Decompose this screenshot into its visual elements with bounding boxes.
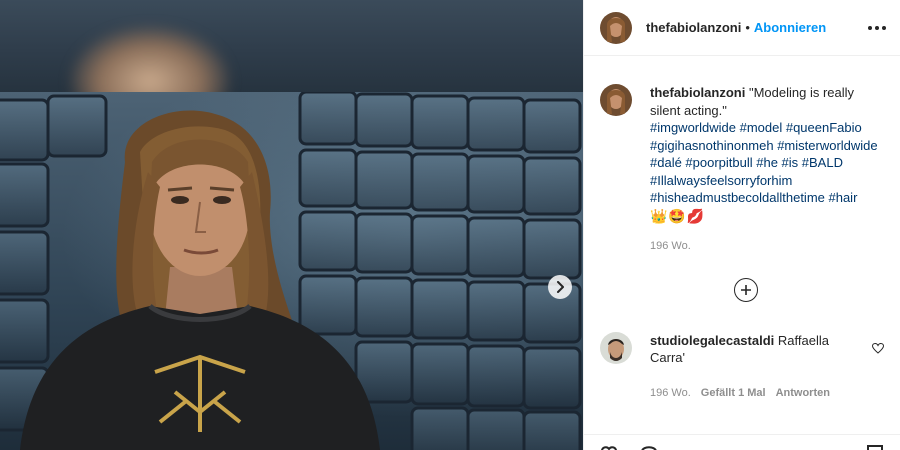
previous-photo-preview xyxy=(0,0,583,92)
caption-emojis: 👑🤩💋 xyxy=(650,207,706,224)
post-actions-bar xyxy=(584,434,900,450)
comments-section: thefabiolanzoni "Modeling is really sile… xyxy=(584,56,900,402)
more-options-icon[interactable] xyxy=(868,22,886,34)
post-viewer: thefabiolanzoni • Abonnieren thefabiolan… xyxy=(0,0,900,450)
post-details-panel: thefabiolanzoni • Abonnieren thefabiolan… xyxy=(583,0,900,450)
person-illustration xyxy=(20,110,380,450)
post-header: thefabiolanzoni • Abonnieren xyxy=(584,0,900,56)
commenter-username[interactable]: studiolegalecastaldi xyxy=(650,333,774,348)
commenter-avatar[interactable] xyxy=(600,331,632,364)
follow-button[interactable]: Abonnieren xyxy=(754,20,826,35)
heart-icon[interactable] xyxy=(871,342,885,357)
plus-circle-icon[interactable] xyxy=(734,277,758,302)
reply-button[interactable]: Antworten xyxy=(776,385,830,403)
caption-hashtags[interactable]: #imgworldwide #model #queenFabio #gigiha… xyxy=(650,119,884,207)
caption-author-avatar[interactable] xyxy=(600,84,632,116)
comment-item: studiolegalecastaldi Raffaella Carra' 19… xyxy=(600,331,885,403)
caption-username[interactable]: thefabiolanzoni xyxy=(650,85,745,100)
post-caption: thefabiolanzoni "Modeling is really sile… xyxy=(600,84,884,256)
load-more-comments[interactable] xyxy=(600,277,884,302)
post-photo xyxy=(0,92,583,450)
caption-timestamp[interactable]: 196 Wo. xyxy=(650,238,884,256)
chevron-right-icon xyxy=(557,281,564,293)
author-avatar[interactable] xyxy=(600,11,632,44)
comment-icon[interactable] xyxy=(640,445,658,450)
comment-likes[interactable]: Gefällt 1 Mal xyxy=(701,385,766,403)
post-media[interactable] xyxy=(0,0,583,450)
author-username[interactable]: thefabiolanzoni xyxy=(646,20,741,35)
save-icon[interactable] xyxy=(866,445,884,450)
like-post-icon[interactable] xyxy=(600,445,618,450)
separator-dot: • xyxy=(745,20,750,35)
comment-meta: 196 Wo. Gefällt 1 Mal Antworten xyxy=(650,385,860,403)
comment-timestamp[interactable]: 196 Wo. xyxy=(650,385,691,403)
next-photo-button[interactable] xyxy=(548,275,572,299)
